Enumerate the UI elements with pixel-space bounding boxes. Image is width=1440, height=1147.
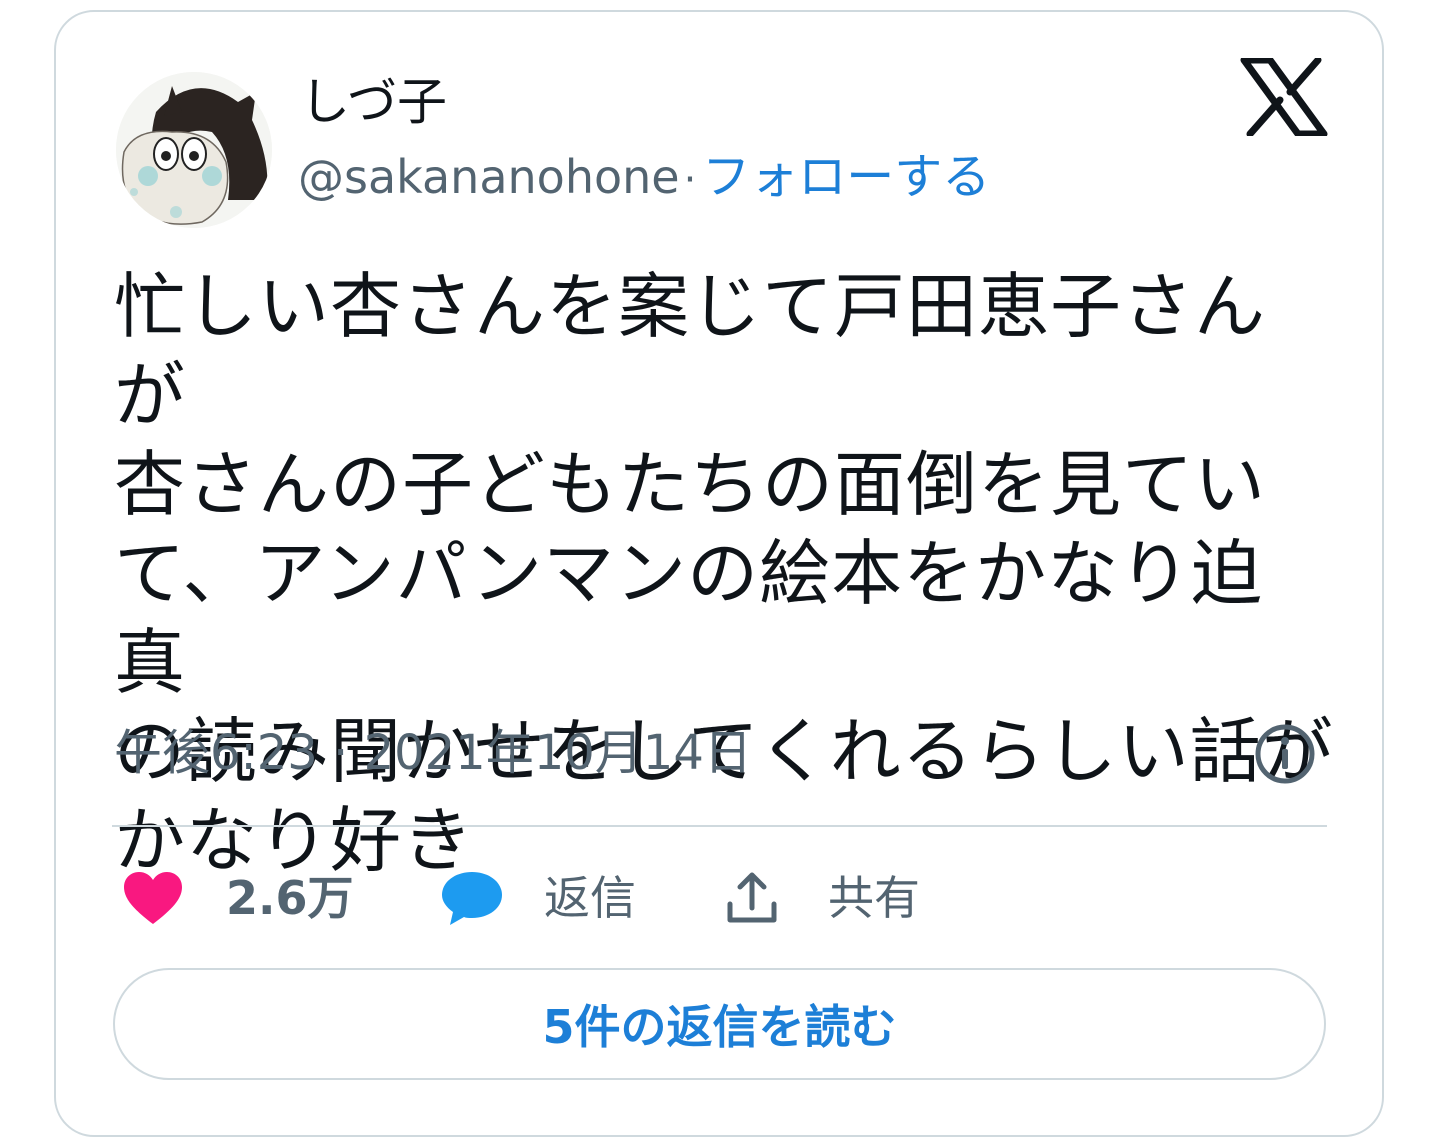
divider (112, 825, 1327, 827)
author-handle-row: @sakananohone · フォローする (298, 146, 990, 211)
info-icon[interactable] (1253, 722, 1317, 786)
author-handle[interactable]: @sakananohone (298, 150, 680, 204)
share-upload-icon (727, 872, 777, 923)
like-button[interactable]: 2.6万 (122, 860, 354, 936)
separator-dot: · (683, 157, 697, 203)
speech-bubble-icon (442, 872, 502, 925)
share-button[interactable]: 共有 (722, 860, 920, 936)
reply-label: 返信 (544, 871, 636, 925)
avatar-illustration (116, 72, 272, 228)
like-count: 2.6万 (226, 871, 354, 925)
reply-button[interactable]: 返信 (440, 860, 636, 936)
author-display-name[interactable]: しづ子 (300, 70, 447, 134)
avatar[interactable] (116, 72, 272, 228)
heart-icon (124, 872, 182, 924)
share-label: 共有 (828, 871, 920, 925)
x-logo-icon[interactable] (1240, 56, 1328, 138)
tweet-timestamp[interactable]: 午後6:23 · 2021年10月14日 (114, 718, 752, 788)
follow-button[interactable]: フォローする (702, 149, 990, 205)
tweet-text: 忙しい杏さんを案じて戸田恵子さんが 杏さんの子どもたちの面倒を見てい て、アンパ… (114, 265, 1334, 882)
read-replies-button[interactable]: 5件の返信を読む (113, 968, 1326, 1080)
